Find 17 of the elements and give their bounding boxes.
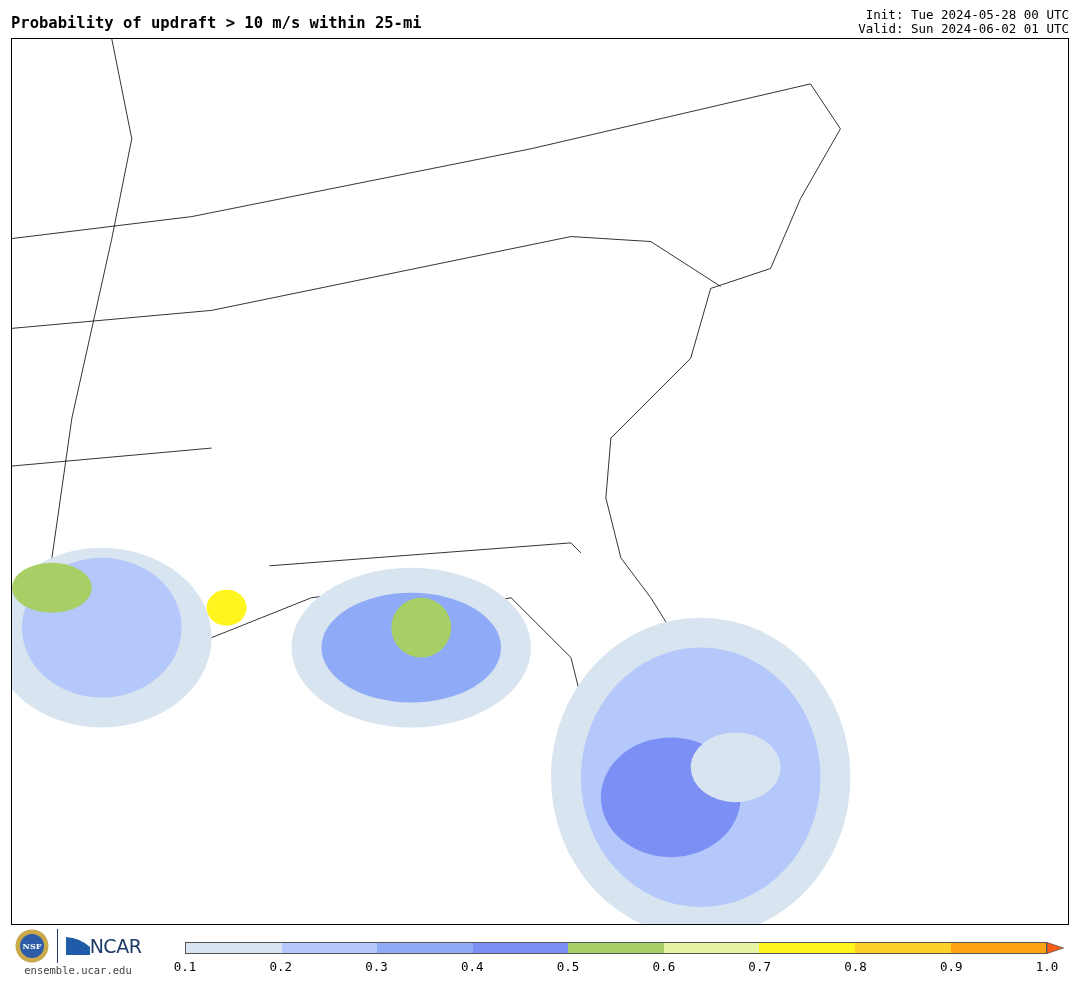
init-time: Init: Tue 2024-05-28 00 UTC: [864, 8, 1069, 22]
tick-label: 1.0: [1035, 958, 1059, 976]
tick-label: 0.4: [461, 958, 484, 976]
seal-logo: NSF: [14, 929, 49, 963]
tick-label: 0.9: [939, 958, 963, 976]
tick-label: 0.5: [556, 958, 580, 976]
tick-label: 0.8: [844, 958, 867, 976]
site-url: ensemble.ucar.edu: [24, 963, 132, 978]
tick-label: 0.7: [748, 958, 771, 976]
tick-label: 0.6: [652, 958, 676, 976]
tick-label: 0.3: [365, 958, 388, 976]
chart-title: Probability of updraft > 10 m/s within 25-mi: [11, 13, 422, 34]
valid-time: Valid: Sun 2024-06-02 01 UTC: [858, 22, 1069, 36]
ncar-wordmark: NCAR: [89, 935, 142, 957]
tick-label: 0.2: [269, 958, 293, 976]
tick-label: 0.1: [173, 958, 197, 976]
swoosh-icon: [65, 937, 90, 955]
